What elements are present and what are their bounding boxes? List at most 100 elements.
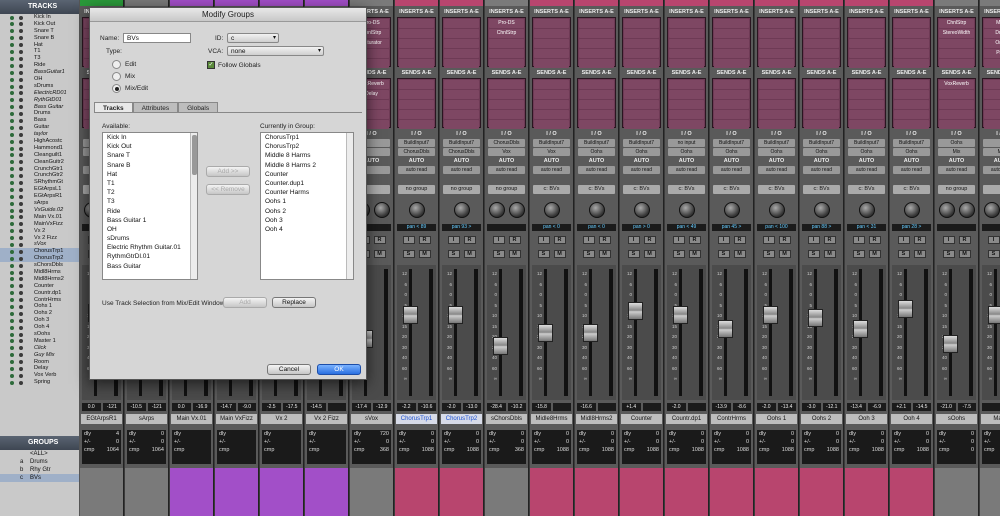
insert-slot[interactable] bbox=[849, 59, 884, 68]
input-selector[interactable]: BuildInput7 bbox=[578, 139, 615, 147]
track-name-button[interactable]: Countr.dp1 bbox=[666, 414, 707, 424]
track-list-item[interactable]: Kick In bbox=[0, 14, 79, 21]
group-selector[interactable]: c: BVs bbox=[848, 185, 885, 194]
track-list-item[interactable]: Guy Mix bbox=[0, 352, 79, 359]
insert-slot[interactable] bbox=[939, 59, 974, 68]
show-hide-dot-icon[interactable] bbox=[10, 56, 14, 61]
show-hide-dot-icon[interactable] bbox=[10, 305, 14, 309]
input-selector[interactable]: no input bbox=[668, 139, 705, 147]
track-list-item[interactable]: Kick Out bbox=[0, 21, 79, 28]
automation-mode-selector[interactable]: auto read bbox=[578, 166, 615, 174]
send-slot[interactable] bbox=[714, 110, 749, 119]
solo-button[interactable]: S bbox=[807, 250, 820, 258]
track-list-item[interactable]: Ooh 3 bbox=[0, 317, 79, 324]
send-slot[interactable] bbox=[939, 100, 974, 109]
insert-slot[interactable] bbox=[399, 39, 434, 48]
available-track-item[interactable]: RythmGtrDl.01 bbox=[103, 252, 197, 261]
track-list-item[interactable]: CrunchGtr1 bbox=[0, 166, 79, 173]
available-track-item[interactable]: Hat bbox=[103, 170, 197, 179]
send-slot[interactable] bbox=[579, 100, 614, 109]
show-hide-dot-icon[interactable] bbox=[10, 112, 14, 117]
insert-slot[interactable] bbox=[444, 59, 479, 68]
show-hide-dot-icon[interactable] bbox=[10, 91, 14, 96]
track-name-button[interactable]: ChorusTrp2 bbox=[441, 414, 482, 424]
track-name-button[interactable]: ContrHrms bbox=[711, 414, 752, 424]
solo-button[interactable]: S bbox=[987, 250, 1000, 258]
pan-knob-icon[interactable] bbox=[814, 202, 830, 218]
track-name-button[interactable]: Main Vx.01 bbox=[171, 414, 212, 424]
automation-mode-selector[interactable]: auto read bbox=[893, 166, 930, 174]
insert-slot[interactable] bbox=[714, 39, 749, 48]
available-track-item[interactable]: OH bbox=[103, 225, 197, 234]
send-slot[interactable] bbox=[894, 90, 929, 99]
insert-slot[interactable] bbox=[849, 29, 884, 38]
insert-slot[interactable] bbox=[444, 29, 479, 38]
show-hide-dot-icon[interactable] bbox=[10, 256, 14, 261]
cancel-button[interactable]: Cancel bbox=[267, 364, 311, 375]
insert-slot[interactable] bbox=[714, 29, 749, 38]
available-track-item[interactable]: Snare T bbox=[103, 151, 197, 160]
show-hide-dot-icon[interactable] bbox=[10, 63, 14, 68]
solo-button[interactable]: S bbox=[852, 250, 865, 258]
track-list-item[interactable]: sChorsDbls bbox=[0, 262, 79, 269]
track-list-item[interactable]: ContrHrms bbox=[0, 297, 79, 304]
insert-slot[interactable] bbox=[759, 19, 794, 28]
track-name-button[interactable]: Ooh 3 bbox=[846, 414, 887, 424]
ok-button[interactable]: OK bbox=[317, 364, 361, 375]
volume-fader-handle[interactable] bbox=[853, 319, 868, 338]
mute-button[interactable]: M bbox=[643, 250, 656, 258]
input-monitor-button[interactable]: I bbox=[852, 236, 865, 244]
track-list-item[interactable]: CleanGuitr2 bbox=[0, 159, 79, 166]
record-enable-button[interactable]: R bbox=[463, 236, 476, 244]
input-monitor-button[interactable]: I bbox=[897, 236, 910, 244]
insert-slot[interactable]: Pro-DS bbox=[489, 19, 524, 28]
track-list-item[interactable]: Vx 2 bbox=[0, 228, 79, 235]
send-slot[interactable] bbox=[669, 100, 704, 109]
show-hide-dot-icon[interactable] bbox=[10, 325, 14, 330]
insert-slot[interactable]: StereoWidth bbox=[939, 29, 974, 38]
available-track-item[interactable]: T2 bbox=[103, 188, 197, 197]
show-hide-dot-icon[interactable] bbox=[10, 15, 14, 20]
show-hide-dot-icon[interactable] bbox=[10, 367, 14, 372]
send-slot[interactable] bbox=[849, 120, 884, 129]
insert-slot[interactable] bbox=[489, 59, 524, 68]
available-track-item[interactable]: Ride bbox=[103, 207, 197, 216]
type-edit-radio[interactable] bbox=[112, 60, 121, 69]
send-slot[interactable] bbox=[534, 90, 569, 99]
input-selector[interactable]: BuildInput7 bbox=[533, 139, 570, 147]
show-hide-dot-icon[interactable] bbox=[10, 284, 14, 289]
show-hide-dot-icon[interactable] bbox=[10, 160, 14, 165]
add-button[interactable]: Add >> bbox=[206, 166, 250, 177]
insert-slot[interactable] bbox=[804, 29, 839, 38]
show-hide-dot-icon[interactable] bbox=[10, 105, 14, 110]
insert-slot[interactable] bbox=[399, 29, 434, 38]
insert-slot[interactable] bbox=[444, 39, 479, 48]
track-list-item[interactable]: Master 1 bbox=[0, 338, 79, 345]
record-enable-button[interactable]: R bbox=[688, 236, 701, 244]
send-slot[interactable] bbox=[624, 80, 659, 89]
automation-mode-selector[interactable]: auto read bbox=[488, 166, 525, 174]
type-mixedit-radio[interactable] bbox=[112, 84, 121, 93]
mute-button[interactable]: M bbox=[508, 250, 521, 258]
available-track-item[interactable]: Bass Guitar bbox=[103, 262, 197, 271]
insert-slot[interactable] bbox=[894, 39, 929, 48]
show-hide-dot-icon[interactable] bbox=[10, 380, 14, 385]
send-slot[interactable] bbox=[759, 100, 794, 109]
insert-slot[interactable] bbox=[759, 49, 794, 58]
group-selector[interactable] bbox=[983, 185, 1000, 194]
insert-slot[interactable] bbox=[759, 59, 794, 68]
track-list-item[interactable]: Counter bbox=[0, 283, 79, 290]
mute-button[interactable]: M bbox=[598, 250, 611, 258]
insert-slot[interactable] bbox=[804, 19, 839, 28]
send-slot[interactable] bbox=[759, 120, 794, 129]
input-selector[interactable]: ChorusDbls bbox=[488, 139, 525, 147]
volume-fader-handle[interactable] bbox=[943, 335, 958, 353]
mute-button[interactable]: M bbox=[418, 250, 431, 258]
group-selector[interactable]: c: BVs bbox=[893, 185, 930, 194]
send-slot[interactable] bbox=[444, 90, 479, 99]
add-selection-button[interactable]: Add bbox=[223, 297, 267, 308]
send-slot[interactable] bbox=[984, 80, 1000, 89]
insert-slot[interactable] bbox=[534, 39, 569, 48]
record-enable-button[interactable]: R bbox=[823, 236, 836, 244]
track-name-button[interactable]: sVox bbox=[351, 414, 392, 424]
